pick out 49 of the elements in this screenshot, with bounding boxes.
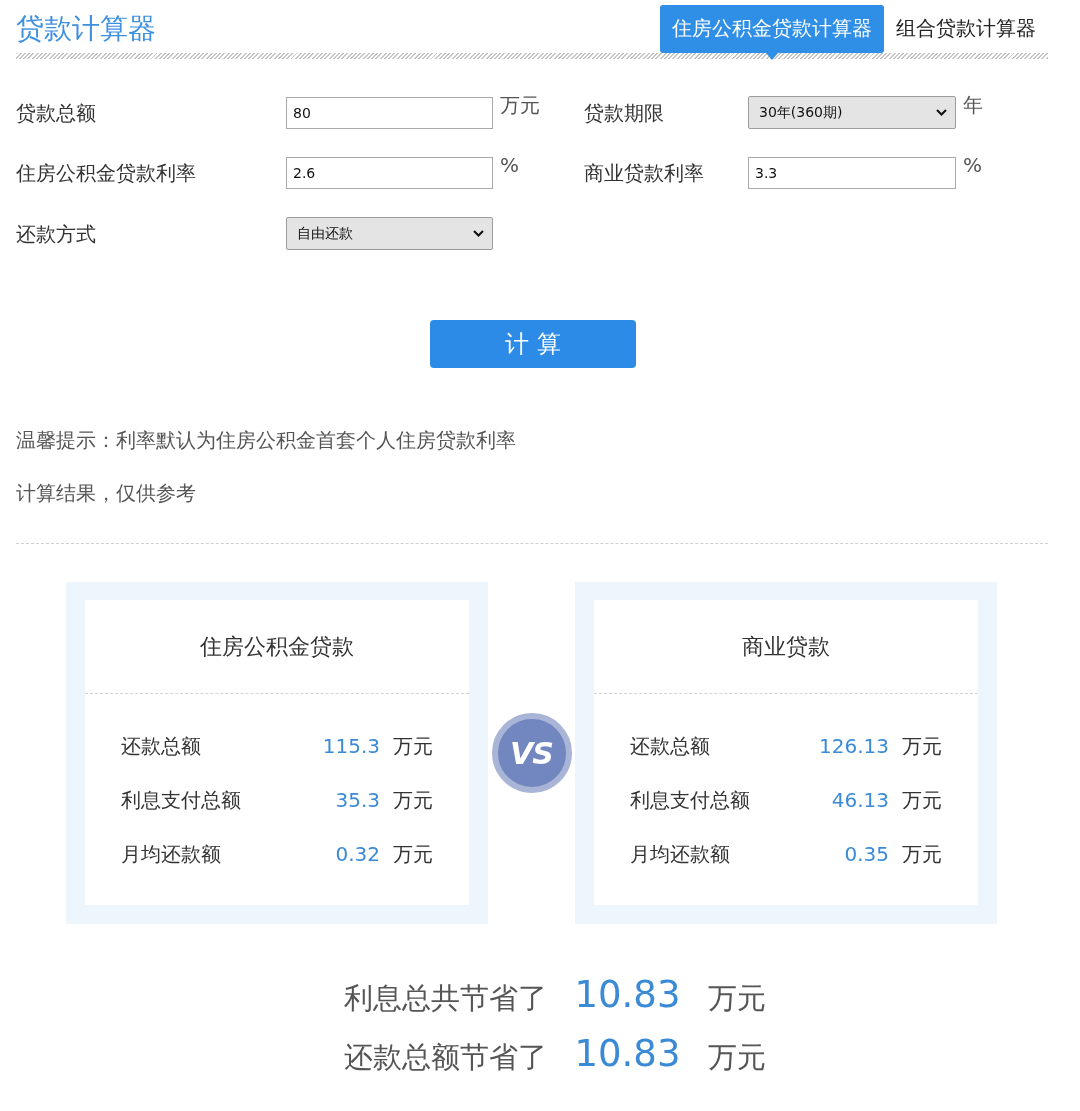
result-label: 月均还款额 [630,841,730,868]
savings-value: 10.83 [574,972,681,1018]
result-value: 126.13 [819,733,889,760]
unit-label: 万元 [902,841,942,868]
dropdown-select[interactable]: 自由还款 [286,217,493,250]
savings-value: 10.83 [574,1031,681,1077]
result-value: 115.3 [322,733,380,760]
unit-label: 万元 [499,92,540,119]
unit-label: 万元 [708,1039,767,1076]
field-label: 贷款总额 [16,99,96,127]
field-label: 还款方式 [16,220,96,248]
result-label: 还款总额 [121,733,201,760]
unit-label: 万元 [393,841,433,868]
tab[interactable]: 组合贷款计算器 [884,4,1048,53]
unit-label: % [499,153,519,177]
savings-label: 还款总额节省了 [343,1039,547,1076]
tab-pointer-icon [766,52,778,60]
field-label: 住房公积金贷款利率 [16,160,196,187]
result-value: 46.13 [831,787,889,814]
chevron-down-icon [936,109,947,116]
unit-label: 万元 [393,787,433,814]
unit-label: 万元 [708,980,767,1017]
result-value: 0.32 [335,841,380,868]
text-input[interactable]: 3.3 [748,157,956,189]
dropdown-select[interactable]: 30年(360期) [748,96,956,129]
card-title: 商业贷款 [594,600,978,694]
result-label: 利息支付总额 [121,787,241,814]
result-value: 0.35 [844,841,889,868]
unit-label: 万元 [902,733,942,760]
unit-label: 万元 [393,733,433,760]
unit-label: 年 [962,92,983,119]
field-label: 商业贷款利率 [584,160,704,187]
result-label: 利息支付总额 [630,787,750,814]
savings-label: 利息总共节省了 [343,980,547,1017]
result-label: 还款总额 [630,733,710,760]
card-title: 住房公积金贷款 [85,600,469,694]
result-value: 35.3 [335,787,380,814]
hint-text: 温馨提示：利率默认为住房公积金首套个人住房贷款利率 [16,427,517,454]
calculate-button[interactable]: 计 算 [430,320,636,368]
text-input[interactable]: 2.6 [286,157,493,189]
unit-label: 万元 [902,787,942,814]
page-title: 贷款计算器 [16,11,156,46]
unit-label: % [962,153,982,177]
text-input[interactable]: 80 [286,96,493,129]
field-label: 贷款期限 [584,99,664,127]
chevron-down-icon [473,230,484,237]
vs-badge: VS [491,713,572,793]
result-label: 月均还款额 [121,841,221,868]
hint-text: 计算结果，仅供参考 [16,480,197,507]
